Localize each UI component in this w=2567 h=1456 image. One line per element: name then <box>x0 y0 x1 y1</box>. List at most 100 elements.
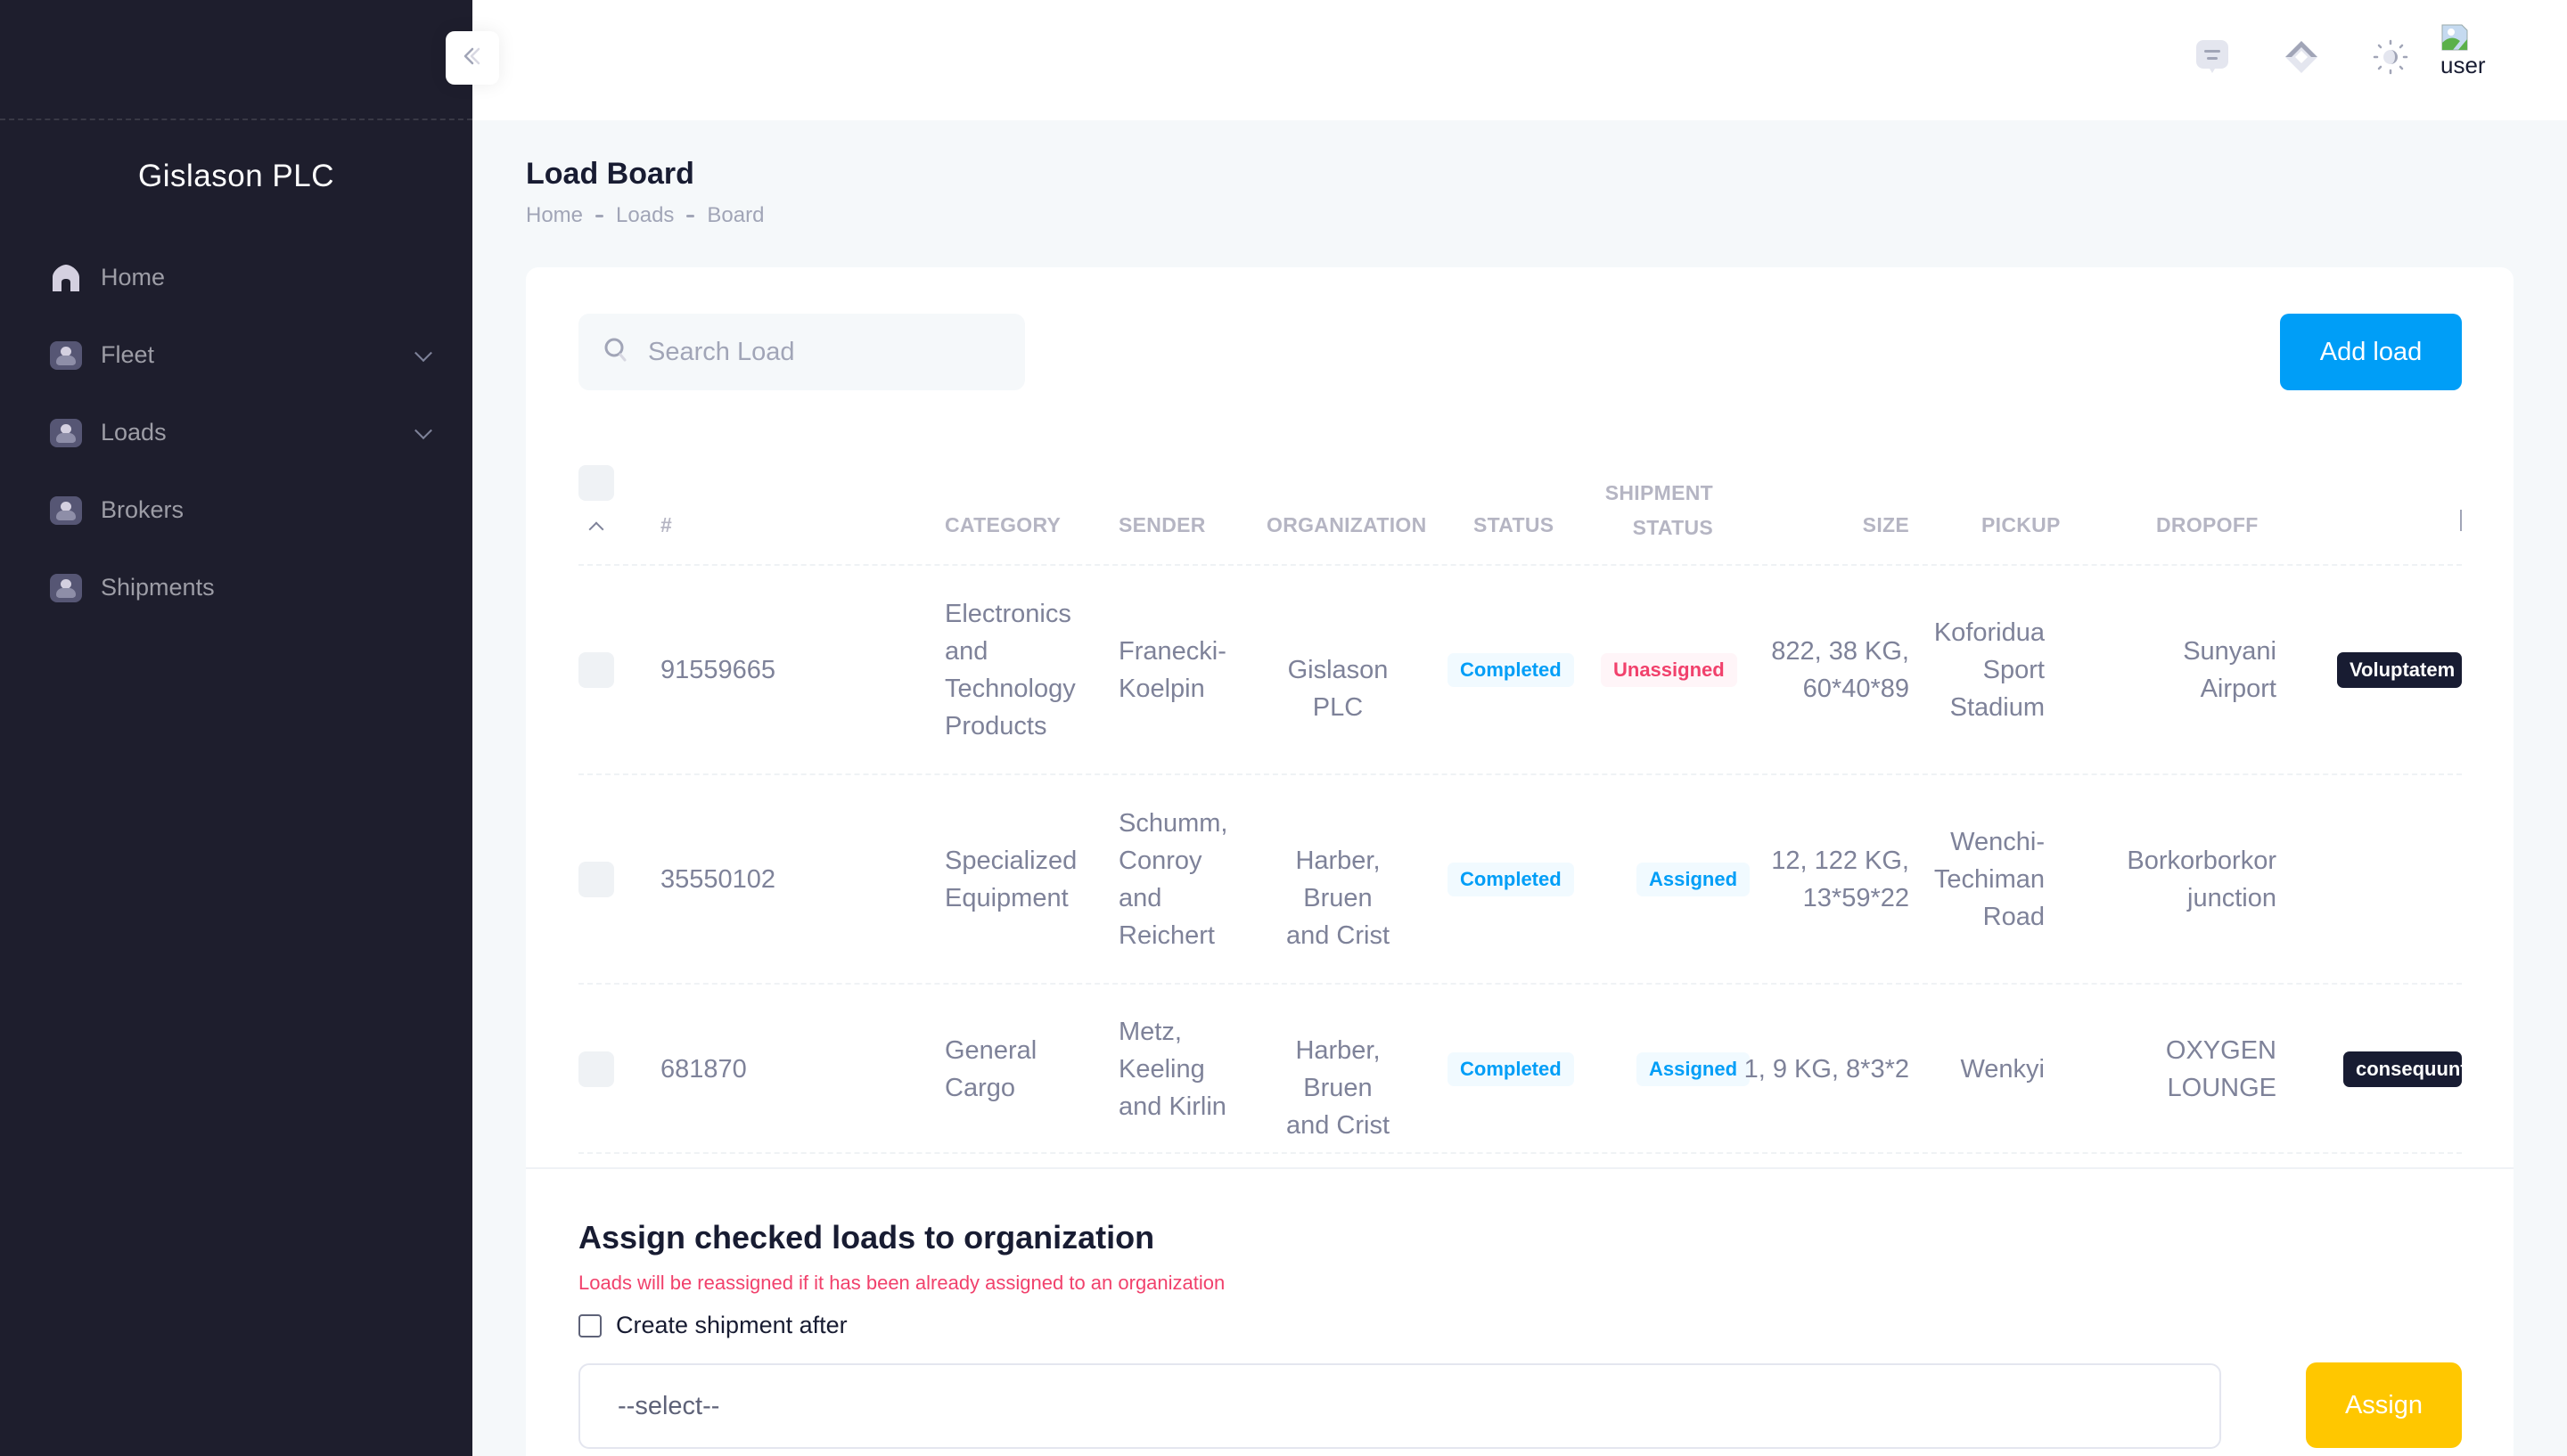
search-input[interactable] <box>648 337 1005 367</box>
chat-button[interactable] <box>2193 39 2232 78</box>
sidebar-item-loads[interactable]: Loads <box>0 394 472 471</box>
text-line: Specialized <box>945 847 1078 875</box>
text-line: Borkorborkor <box>2127 847 2276 875</box>
text-line: Sunyani <box>2183 637 2276 666</box>
text-line: General <box>945 1036 1037 1065</box>
user-icon <box>50 418 82 447</box>
page-title: Load Board <box>526 157 694 191</box>
text-line: Technology <box>945 675 1076 703</box>
text-line: 12, 122 KG, <box>1771 847 1909 875</box>
text-line: OXYGEN <box>2165 1036 2276 1065</box>
breadcrumb-separator <box>595 214 604 217</box>
column-header-id[interactable]: # <box>660 513 672 537</box>
organization-select[interactable]: --select-- <box>578 1363 2221 1449</box>
table-row: 35550102 Specialized Equipment Schumm, C… <box>578 775 2462 985</box>
sidebar-item-label: Loads <box>101 419 167 446</box>
user-icon <box>50 340 82 370</box>
sidebar-toggle-button[interactable] <box>446 31 499 85</box>
theme-toggle-icon <box>2373 39 2408 79</box>
text-line: Harber, Bruen <box>1295 1036 1381 1102</box>
text-line: LOUNGE <box>2167 1074 2276 1102</box>
column-header-shipment-status[interactable]: SHIPMENT STATUS <box>1583 481 1713 540</box>
chat-icon <box>2194 38 2230 80</box>
top-header <box>472 0 2567 120</box>
column-header-organization[interactable]: ORGANIZATION <box>1267 513 1427 537</box>
text-line: Electronics <box>945 600 1071 628</box>
sidebar-item-brokers[interactable]: Brokers <box>0 471 472 549</box>
select-all-checkbox[interactable] <box>578 465 614 501</box>
cell-size: 12, 122 KG, 13*59*22 <box>1731 842 1909 917</box>
cell-id[interactable]: 35550102 <box>660 861 775 898</box>
text-line: junction <box>2187 884 2276 912</box>
sidebar-logo-area <box>0 0 472 120</box>
row-checkbox[interactable] <box>578 862 614 897</box>
chevron-down-icon <box>414 421 432 439</box>
user-icon <box>50 573 82 602</box>
cell-organization: Harber, Bruen and Crist <box>1258 1032 1418 1144</box>
column-header-shipment-status-line2: STATUS <box>1632 516 1713 539</box>
column-resize-handle[interactable] <box>2460 510 2462 531</box>
text-line: Metz, <box>1119 1018 1182 1046</box>
text-line: Conroy <box>1119 847 1202 875</box>
cell-id[interactable]: 91559665 <box>660 651 775 689</box>
sort-ascending-icon[interactable] <box>588 521 604 537</box>
text-line: Road <box>1982 903 2045 931</box>
text-line: Cargo <box>945 1074 1015 1102</box>
text-line: and Crist <box>1285 1111 1390 1140</box>
assign-section-title: Assign checked loads to organization <box>578 1219 1155 1256</box>
sidebar-item-fleet[interactable]: Fleet <box>0 316 472 394</box>
user-avatar-alt-text: user <box>2440 52 2486 78</box>
status-badge: Completed <box>1448 1052 1574 1086</box>
column-header-size[interactable]: SIZE <box>1820 513 1909 537</box>
theme-toggle-button[interactable] <box>2371 39 2410 78</box>
create-shipment-checkbox[interactable] <box>578 1313 602 1337</box>
user-avatar[interactable]: user <box>2440 23 2494 86</box>
assign-button[interactable]: Assign <box>2306 1362 2462 1448</box>
status-badge: Completed <box>1448 863 1574 896</box>
load-tag: consequuntur <box>2343 1051 2462 1087</box>
layers-button[interactable] <box>2282 39 2321 78</box>
breadcrumb: Home Loads Board <box>526 203 764 228</box>
column-header-sender[interactable]: SENDER <box>1119 513 1206 537</box>
create-shipment-checkbox-row[interactable]: Create shipment after <box>578 1312 848 1339</box>
cell-size: 1, 9 KG, 8*3*2 <box>1695 1051 1909 1088</box>
row-checkbox[interactable] <box>578 1051 614 1087</box>
sidebar-item-shipments[interactable]: Shipments <box>0 549 472 626</box>
add-load-button[interactable]: Add load <box>2280 314 2462 390</box>
column-header-status[interactable]: STATUS <box>1473 513 1554 537</box>
sidebar-item-label: Fleet <box>101 341 155 368</box>
cell-id[interactable]: 681870 <box>660 1051 747 1088</box>
table-row: 91559665 Electronics and Technology Prod… <box>578 566 2462 775</box>
row-checkbox[interactable] <box>578 652 614 688</box>
column-header-category[interactable]: CATEGORY <box>945 513 1061 537</box>
load-tag: Voluptatem <box>2337 652 2462 688</box>
sidebar-menu: Home Fleet Loads Brokers Shipments <box>0 239 472 626</box>
text-line: Schumm, <box>1119 809 1228 838</box>
text-line: Airport <box>2200 675 2276 703</box>
text-line: 60*40*89 <box>1802 675 1909 703</box>
sidebar-item-label: Brokers <box>101 496 185 523</box>
text-line: and <box>1119 884 1162 912</box>
cell-pickup: Wenkyi <box>1907 1051 2045 1088</box>
text-line: Harber, Bruen <box>1295 847 1381 912</box>
column-header-pickup[interactable]: PICKUP <box>1981 513 2061 537</box>
search-icon <box>603 337 628 368</box>
create-shipment-label: Create shipment after <box>616 1312 848 1338</box>
text-line: Wenchi- <box>1950 828 2045 856</box>
cell-category: General Cargo <box>945 1032 1037 1107</box>
cell-dropoff: Borkorborkor junction <box>2094 842 2276 917</box>
sidebar-item-home[interactable]: Home <box>0 239 472 316</box>
home-icon <box>50 263 82 293</box>
cell-sender: Schumm, Conroy and Reichert <box>1119 805 1227 954</box>
double-chevron-left-icon <box>462 45 483 71</box>
cell-organization: Harber, Bruen and Crist <box>1258 842 1418 954</box>
breadcrumb-separator <box>686 214 695 217</box>
table-header: # CATEGORY SENDER ORGANIZATION STATUS SH… <box>578 463 2462 566</box>
breadcrumb-board: Board <box>707 203 765 227</box>
table-row: 681870 General Cargo Metz, Keeling and K… <box>578 985 2462 1154</box>
text-line: and Crist <box>1285 921 1390 950</box>
cell-organization: Gislason PLC <box>1267 651 1409 726</box>
breadcrumb-home[interactable]: Home <box>526 203 583 228</box>
column-header-dropoff[interactable]: DROPOFF <box>2156 513 2259 537</box>
breadcrumb-loads[interactable]: Loads <box>616 203 674 228</box>
